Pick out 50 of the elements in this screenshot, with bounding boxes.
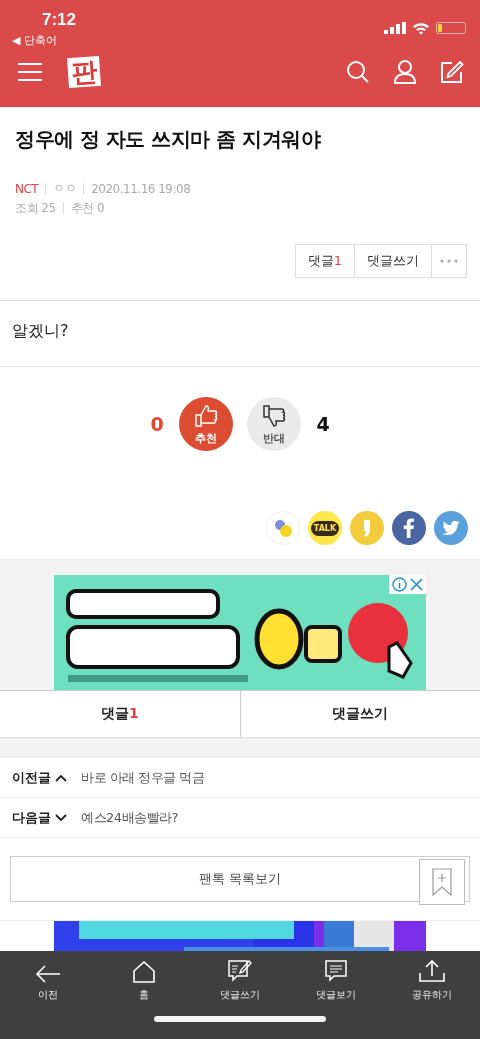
chevron-down-icon (55, 813, 67, 822)
thumbs-up-icon (193, 402, 219, 429)
edit-icon[interactable] (440, 60, 464, 84)
back-arrow-icon (35, 965, 61, 983)
previous-post-label: 이전글 (12, 768, 51, 787)
view-count: 조회 25 (15, 200, 56, 217)
chevron-up-icon (55, 773, 67, 782)
info-icon[interactable] (392, 577, 407, 592)
app-logo[interactable]: 판 (67, 55, 101, 89)
close-icon[interactable] (410, 578, 423, 591)
search-icon[interactable] (346, 60, 370, 84)
twitter-icon[interactable] (434, 511, 468, 545)
thumbs-down-icon (261, 402, 287, 429)
kakaotalk-share-button[interactable]: TALK (308, 511, 342, 545)
post-body: 알겠니? (0, 300, 480, 367)
view-tab-button[interactable]: 댓글보기 (296, 958, 376, 1002)
wifi-icon (412, 21, 430, 35)
category-link[interactable]: NCT (15, 181, 39, 196)
chat-bubbles-icon[interactable] (266, 511, 300, 545)
oppose-button[interactable]: 반대 (247, 397, 301, 451)
post-date: 2020.11.16 19:08 (91, 181, 191, 196)
author-name: ㅇㅇ (53, 180, 77, 197)
battery-icon (436, 22, 466, 34)
next-post-label: 다음글 (12, 808, 51, 827)
person-icon[interactable] (394, 60, 416, 84)
status-time: 7:12 (42, 10, 77, 30)
write-comment-button[interactable]: 댓글쓰기 (354, 244, 432, 278)
bookmark-add-icon (432, 868, 452, 896)
downvote-count: 4 (315, 413, 331, 435)
upvote-count: 0 (149, 413, 165, 435)
post-link[interactable]: 바로 아래 정우글 먹금 (81, 768, 205, 787)
signal-icon (384, 22, 406, 34)
share-tab-button[interactable]: 공유하기 (392, 958, 472, 1002)
menu-icon[interactable] (18, 63, 42, 81)
comment-edit-icon (227, 959, 253, 983)
share-icon (419, 959, 445, 983)
back-to-app-link[interactable]: ◀ 단축어 (12, 33, 57, 48)
recommend-button[interactable]: 추천 (179, 397, 233, 451)
more-icon (440, 259, 458, 263)
post-title: 정우에 정 자도 쓰지마 좀 지겨워야 (15, 126, 322, 152)
post-link[interactable]: 예스24배송빨라? (81, 808, 178, 827)
home-tab-button[interactable]: 홈 (104, 958, 184, 1002)
home-icon (132, 961, 156, 983)
facebook-icon[interactable] (392, 511, 426, 545)
comment-icon (324, 959, 348, 983)
write-tab-button[interactable]: 댓글쓰기 (200, 958, 280, 1002)
back-tab-button[interactable]: 이전 (8, 958, 88, 1002)
recommend-count: 추천 0 (70, 200, 105, 217)
comments-button[interactable]: 댓글1 (294, 244, 355, 278)
post-list-button[interactable]: 팬톡 목록보기 (10, 856, 470, 902)
